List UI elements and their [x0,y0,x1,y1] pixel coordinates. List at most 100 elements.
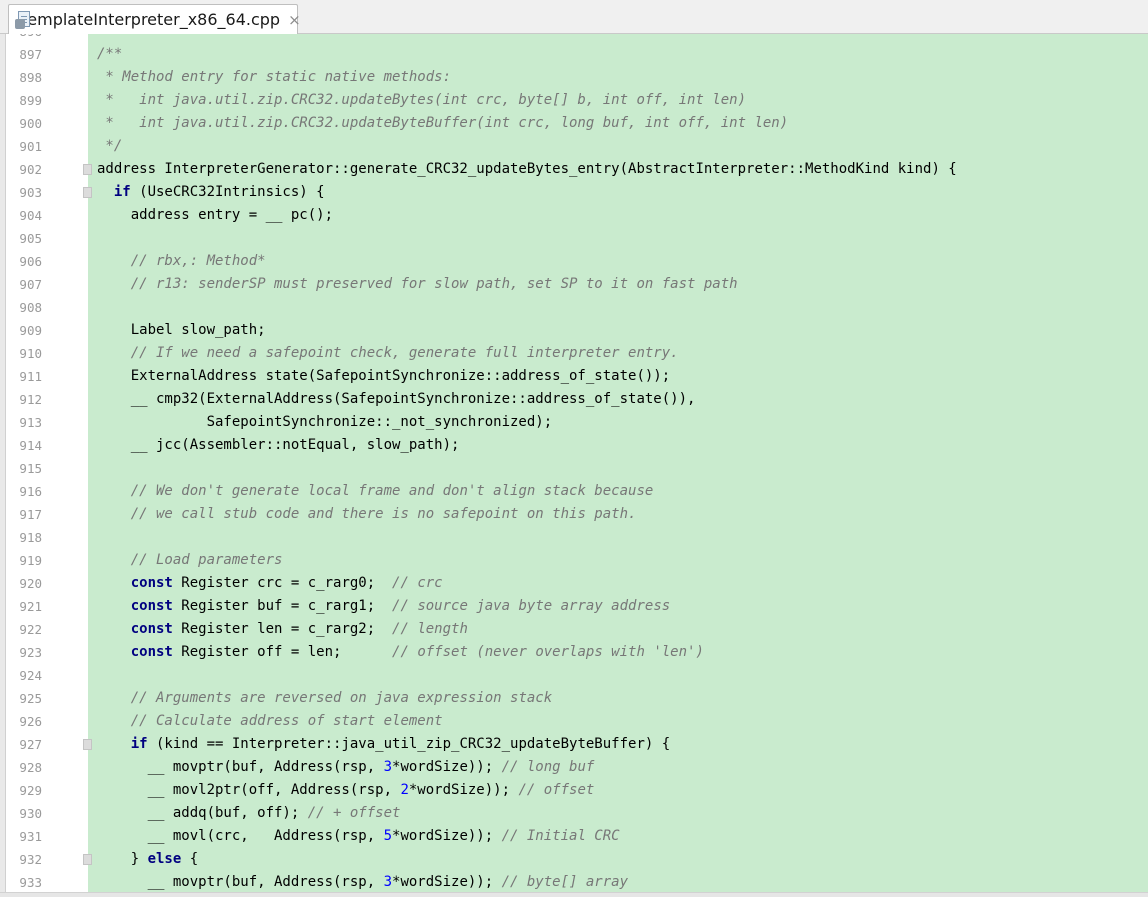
code-text: if (UseCRC32Intrinsics) { [97,181,325,204]
code-token: (kind == Interpreter::java_util_zip_CRC3… [147,736,671,752]
code-line[interactable]: 910 // If we need a safepoint check, gen… [0,342,1148,365]
code-text: ExternalAddress state(SafepointSynchroni… [97,365,670,388]
code-keyword: const [130,598,173,614]
code-token: *wordSize)); [392,828,502,844]
code-line[interactable]: 917 // we call stub code and there is no… [0,503,1148,526]
line-number: 903 [19,185,42,200]
code-line[interactable]: 907 // r13: senderSP must preserved for … [0,273,1148,296]
code-token: Register buf = c_rarg1; [172,598,393,614]
code-token: ExternalAddress state(SafepointSynchroni… [97,368,671,384]
code-text: const Register off = len; // offset (nev… [97,641,704,664]
code-comment: // rbx,: Method* [130,253,266,269]
code-text: } else { [97,848,198,871]
code-line[interactable]: 931 __ movl(crc, Address(rsp, 5*wordSize… [0,825,1148,848]
code-token: __ addq(buf, off); [97,805,308,821]
code-line[interactable]: 920 const Register crc = c_rarg0; // crc [0,572,1148,595]
code-text: // Arguments are reversed on java expres… [97,687,552,710]
code-text: // rbx,: Method* [97,250,266,273]
code-comment: * Method entry for static native methods… [97,69,452,85]
code-token: __ cmp32(ExternalAddress(SafepointSynchr… [97,391,696,407]
code-text: __ addq(buf, off); // + offset [97,802,401,825]
line-number: 925 [19,691,42,706]
fold-marker-icon[interactable] [83,187,92,198]
code-lines[interactable]: 896 897 /** 898 * Method entry for static n… [0,34,1148,894]
code-line[interactable]: 903 if (UseCRC32Intrinsics) { [0,181,1148,204]
code-line[interactable]: 926 // Calculate address of start elemen… [0,710,1148,733]
code-line[interactable]: 928 __ movptr(buf, Address(rsp, 3*wordSi… [0,756,1148,779]
code-token: Label slow_path; [97,322,266,338]
code-token: *wordSize)); [392,874,502,890]
code-line[interactable]: 913 SafepointSynchronize::_not_synchroni… [0,411,1148,434]
code-text: const Register buf = c_rarg1; // source … [97,595,670,618]
code-comment: // We don't generate local frame and don… [130,483,654,499]
code-editor[interactable]: 896 897 /** 898 * Method entry for static n… [0,34,1148,897]
code-comment: // byte[] array [501,874,629,890]
file-tab-label: templateInterpreter_x86_64.cpp [21,10,281,29]
code-text: __ movl(crc, Address(rsp, 5*wordSize)); … [97,825,620,848]
code-line[interactable]: 902 address InterpreterGenerator::generat… [0,158,1148,181]
code-line[interactable]: 933 __ movptr(buf, Address(rsp, 3*wordSi… [0,871,1148,894]
code-line[interactable]: 924 [0,664,1148,687]
code-line[interactable]: 925 // Arguments are reversed on java ex… [0,687,1148,710]
close-tab-icon[interactable]: × [288,11,301,29]
code-text: /** [97,43,122,66]
line-number: 901 [19,139,42,154]
code-line[interactable]: 899 * int java.util.zip.CRC32.updateByte… [0,89,1148,112]
code-line[interactable]: 911 ExternalAddress state(SafepointSynch… [0,365,1148,388]
code-comment: * int java.util.zip.CRC32.updateBytes(in… [97,92,747,108]
code-line[interactable]: 904 address entry = __ pc(); [0,204,1148,227]
editor-tab-bar: templateInterpreter_x86_64.cpp × [0,0,1148,34]
code-line[interactable]: 919 // Load parameters [0,549,1148,572]
code-line[interactable]: 901 */ [0,135,1148,158]
code-keyword: const [130,575,173,591]
code-line[interactable]: 918 [0,526,1148,549]
code-comment: // Calculate address of start element [130,713,443,729]
code-line[interactable]: 929 __ movl2ptr(off, Address(rsp, 2*word… [0,779,1148,802]
code-text: // r13: senderSP must preserved for slow… [97,273,738,296]
code-line[interactable]: 896 [0,34,1148,43]
code-comment: */ [97,138,123,154]
code-line[interactable]: 909 Label slow_path; [0,319,1148,342]
code-line[interactable]: 923 const Register off = len; // offset … [0,641,1148,664]
code-line[interactable]: 898 * Method entry for static native met… [0,66,1148,89]
code-comment: // r13: senderSP must preserved for slow… [130,276,738,292]
code-line[interactable]: 927 if (kind == Interpreter::java_util_z… [0,733,1148,756]
code-line[interactable]: 912 __ cmp32(ExternalAddress(SafepointSy… [0,388,1148,411]
code-token: __ movptr(buf, Address(rsp, [97,874,384,890]
code-line[interactable]: 905 [0,227,1148,250]
code-line[interactable]: 908 [0,296,1148,319]
code-line[interactable]: 906 // rbx,: Method* [0,250,1148,273]
code-line[interactable]: 922 const Register len = c_rarg2; // len… [0,618,1148,641]
line-number: 918 [19,530,42,545]
code-line[interactable]: 932 } else { [0,848,1148,871]
line-number: 907 [19,277,42,292]
line-number: 916 [19,484,42,499]
code-line[interactable]: 915 [0,457,1148,480]
code-text: Label slow_path; [97,319,266,342]
code-number: 3 [383,874,393,890]
line-number: 921 [19,599,42,614]
line-number: 917 [19,507,42,522]
code-comment: // we call stub code and there is no saf… [130,506,637,522]
code-line[interactable]: 914 __ jcc(Assembler::notEqual, slow_pat… [0,434,1148,457]
fold-marker-icon[interactable] [83,164,92,175]
code-line[interactable]: 916 // We don't generate local frame and… [0,480,1148,503]
fold-marker-icon[interactable] [83,739,92,750]
code-number: 2 [400,782,409,798]
code-comment: // If we need a safepoint check, generat… [130,345,679,361]
fold-marker-icon[interactable] [83,854,92,865]
file-tab[interactable]: templateInterpreter_x86_64.cpp × [8,4,301,34]
code-comment: // Load parameters [130,552,283,568]
code-number: 5 [383,828,393,844]
code-text: address InterpreterGenerator::generate_C… [97,158,957,181]
code-line[interactable]: 921 const Register buf = c_rarg1; // sou… [0,595,1148,618]
code-line[interactable]: 900 * int java.util.zip.CRC32.updateByte… [0,112,1148,135]
code-token: __ movptr(buf, Address(rsp, [97,759,384,775]
line-number: 902 [19,162,42,177]
horizontal-scrollbar[interactable] [0,892,1148,897]
line-number: 911 [19,369,42,384]
code-line[interactable]: 897 /** [0,43,1148,66]
code-token: *wordSize)); [392,759,502,775]
code-line[interactable]: 930 __ addq(buf, off); // + offset [0,802,1148,825]
